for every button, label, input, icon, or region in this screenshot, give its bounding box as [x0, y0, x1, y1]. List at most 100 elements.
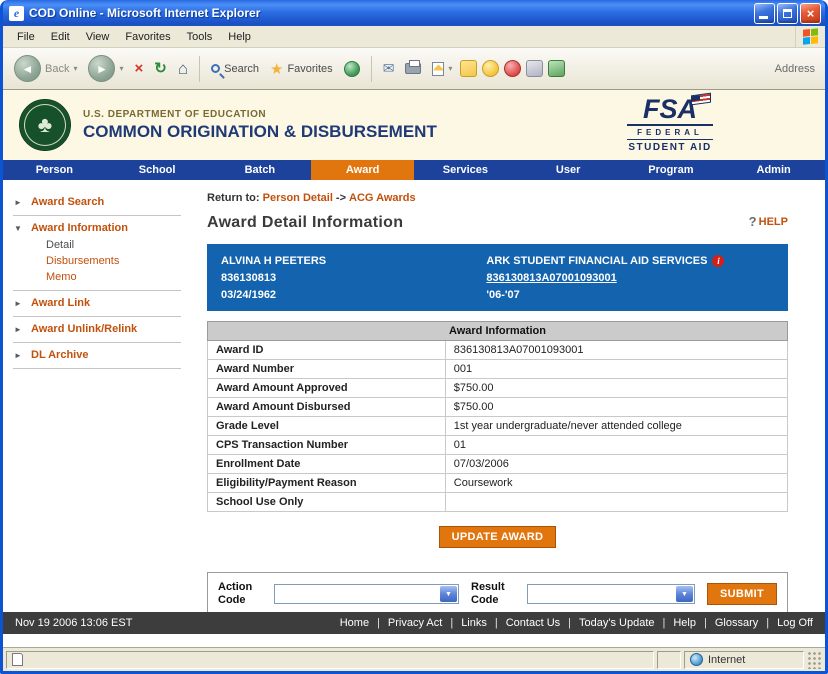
close-button[interactable]: × [800, 3, 821, 24]
table-row: Grade Level1st year undergraduate/never … [208, 417, 788, 436]
menu-favorites[interactable]: Favorites [117, 28, 178, 46]
back-button[interactable]: ◄ Back ▾ [11, 53, 80, 84]
help-link[interactable]: ? HELP [749, 214, 788, 229]
menu-edit[interactable]: Edit [43, 28, 78, 46]
nav-services[interactable]: Services [414, 160, 517, 180]
info-icon[interactable]: i [712, 255, 724, 267]
nav-award[interactable]: Award [311, 160, 414, 180]
action-code-panel: Action Code ▼ Result Code ▼ SUBMIT [207, 572, 788, 612]
stop-icon: × [135, 61, 144, 76]
research-icon[interactable] [526, 60, 543, 77]
row-label: CPS Transaction Number [208, 436, 446, 455]
nav-program[interactable]: Program [620, 160, 723, 180]
footer-link-todays-update[interactable]: Today's Update [579, 617, 673, 629]
zone-label: Internet [708, 654, 745, 666]
nav-admin[interactable]: Admin [722, 160, 825, 180]
submit-button[interactable]: SUBMIT [707, 583, 777, 605]
footer-link-home[interactable]: Home [340, 617, 388, 629]
footer-link-privacy-act[interactable]: Privacy Act [388, 617, 461, 629]
refresh-button[interactable]: ↻ [151, 59, 170, 78]
sidebar-item-dl-archive[interactable]: ► DL Archive [13, 349, 181, 361]
footer-link-help[interactable]: Help [673, 617, 714, 629]
sidebar-item-award-link[interactable]: ► Award Link [13, 297, 181, 309]
sidebar-item-award-search[interactable]: ► Award Search [13, 196, 181, 208]
sidebar-subitem-memo[interactable]: Memo [46, 271, 181, 283]
back-icon: ◄ [14, 55, 41, 82]
discuss-icon[interactable] [460, 60, 477, 77]
home-button[interactable]: ⌂ [175, 59, 191, 78]
row-value: $750.00 [445, 379, 787, 398]
messenger-icon[interactable] [482, 60, 499, 77]
result-code-select[interactable]: ▼ [527, 584, 695, 604]
favorites-star-icon: ★ [270, 60, 283, 78]
history-button[interactable] [341, 59, 363, 79]
back-label: Back [45, 63, 69, 75]
award-id-link[interactable]: 836130813A07001093001 [486, 272, 616, 284]
award-information-subitems: Detail Disbursements Memo [13, 234, 181, 283]
table-row: Award ID836130813A07001093001 [208, 341, 788, 360]
footer-link-log-off[interactable]: Log Off [777, 617, 813, 629]
footer-link-contact-us[interactable]: Contact Us [506, 617, 579, 629]
sidebar-label: Award Information [31, 222, 128, 234]
table-row: CPS Transaction Number01 [208, 436, 788, 455]
sidebar-item-award-information[interactable]: ▼ Award Information [13, 222, 181, 234]
windows-logo-icon [795, 26, 825, 47]
icq-icon[interactable] [504, 60, 521, 77]
footer-link-glossary[interactable]: Glossary [715, 617, 777, 629]
contacts-icon[interactable] [548, 60, 565, 77]
maximize-restore-button[interactable] [777, 3, 798, 24]
main-nav: Person School Batch Award Services User … [3, 160, 825, 180]
breadcrumb-acg-awards-link[interactable]: ACG Awards [349, 192, 416, 204]
action-code-select[interactable]: ▼ [274, 584, 459, 604]
menu-bar: File Edit View Favorites Tools Help [3, 26, 825, 48]
student-dob: 03/24/1962 [221, 286, 486, 303]
fsa-federal-label: FEDERAL [627, 124, 713, 137]
flag-icon [691, 93, 711, 106]
student-name: ALVINA H PEETERS [221, 252, 486, 269]
favorites-label: Favorites [287, 63, 332, 75]
table-header: Award Information [208, 322, 788, 341]
edit-button[interactable]: ▾ [429, 60, 455, 78]
browser-toolbar: ◄ Back ▾ ► ▾ × ↻ ⌂ Search ★ Favorites ✉ … [3, 48, 825, 90]
row-label: Award Amount Disbursed [208, 398, 446, 417]
page-viewport: ♣ U.S. DEPARTMENT OF EDUCATION COMMON OR… [3, 90, 825, 647]
arrow-right-icon: ► [13, 198, 23, 207]
nav-user[interactable]: User [517, 160, 620, 180]
fsa-logo: FSA FEDERAL STUDENT AID [627, 97, 713, 153]
footer-link-links[interactable]: Links [461, 617, 506, 629]
document-icon [12, 653, 23, 666]
print-button[interactable] [402, 61, 424, 76]
forward-button[interactable]: ► ▾ [85, 53, 126, 84]
row-value: $750.00 [445, 398, 787, 417]
nav-batch[interactable]: Batch [209, 160, 312, 180]
row-value [445, 493, 787, 512]
sidebar-item-award-unlink-relink[interactable]: ► Award Unlink/Relink [13, 323, 181, 335]
result-code-label: Result Code [471, 581, 515, 607]
update-award-button[interactable]: UPDATE AWARD [439, 526, 557, 548]
ie-page-icon: e [9, 6, 24, 21]
nav-school[interactable]: School [106, 160, 209, 180]
action-code-label: Action Code [218, 581, 262, 607]
row-value: 836130813A07001093001 [445, 341, 787, 360]
menu-tools[interactable]: Tools [179, 28, 221, 46]
breadcrumb-person-detail-link[interactable]: Person Detail [263, 192, 333, 204]
menu-file[interactable]: File [9, 28, 43, 46]
agency-name: U.S. DEPARTMENT OF EDUCATION [83, 109, 437, 120]
minimize-button[interactable] [754, 3, 775, 24]
sidebar-subitem-detail[interactable]: Detail [46, 239, 181, 251]
resize-grip[interactable] [807, 651, 822, 669]
toolbar-separator [371, 56, 372, 82]
stop-button[interactable]: × [132, 59, 147, 78]
favorites-button[interactable]: ★ Favorites [267, 58, 336, 80]
sidebar-subitem-disbursements[interactable]: Disbursements [46, 255, 181, 267]
status-panel [657, 651, 681, 669]
mail-button[interactable]: ✉ [380, 59, 398, 78]
row-value: 1st year undergraduate/never attended co… [445, 417, 787, 436]
maximize-glyph [783, 9, 792, 18]
title-bar: e COD Online - Microsoft Internet Explor… [3, 0, 825, 26]
menu-view[interactable]: View [78, 28, 118, 46]
menu-help[interactable]: Help [220, 28, 259, 46]
search-button[interactable]: Search [208, 61, 262, 77]
page-title: Award Detail Information [207, 214, 403, 232]
nav-person[interactable]: Person [3, 160, 106, 180]
